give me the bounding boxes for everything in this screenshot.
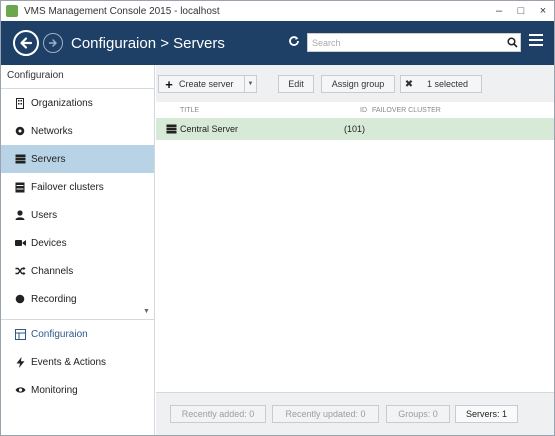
sidebar-item-label: Networks [31, 125, 73, 137]
create-server-button[interactable]: + Create server ▼ [158, 75, 257, 93]
chevron-down-icon[interactable]: ▼ [244, 76, 256, 92]
failover-clusters-icon [14, 181, 26, 193]
sidebar-item-organizations[interactable]: Organizations [1, 89, 154, 117]
servers-table: TITLE ID FAILOVER CLUSTER Central Server… [156, 102, 554, 392]
title-bar: VMS Management Console 2015 - localhost … [1, 1, 554, 21]
row-title: Central Server [180, 124, 239, 134]
sidebar-item-label: Devices [31, 237, 67, 249]
sidebar-section-events-actions[interactable]: Events & Actions [1, 348, 154, 376]
search-icon[interactable] [504, 37, 520, 48]
sidebar-item-recording[interactable]: Recording [1, 285, 154, 313]
page-title: Configuraion > Servers [71, 34, 225, 52]
table-row[interactable]: Central Server (101) [156, 118, 554, 140]
sidebar-section-configuration[interactable]: Configuraion [1, 320, 154, 348]
servers-icon [14, 153, 26, 165]
sidebar-item-devices[interactable]: Devices [1, 229, 154, 257]
sidebar-item-label: Servers [31, 153, 66, 165]
sidebar: Configuraion Organizations Networks Serv… [1, 65, 155, 435]
record-icon [14, 293, 26, 305]
configuration-icon [14, 328, 26, 340]
refresh-icon [289, 36, 299, 46]
sidebar-item-label: Failover clusters [31, 181, 104, 193]
sidebar-item-label: Organizations [31, 97, 93, 109]
camera-icon [14, 237, 26, 249]
search-box [307, 33, 521, 52]
sidebar-item-networks[interactable]: Networks [1, 117, 154, 145]
filter-servers-button[interactable]: Servers: 1 [455, 405, 518, 423]
close-icon: ✖ [404, 78, 414, 90]
app-logo-icon [6, 5, 18, 17]
hamburger-menu-icon[interactable] [529, 34, 543, 49]
selected-count: 1 selected [427, 79, 469, 89]
window-controls: – □ × [488, 1, 554, 21]
sidebar-item-failover-clusters[interactable]: Failover clusters [1, 173, 154, 201]
back-button[interactable] [13, 30, 39, 56]
plus-icon: + [165, 76, 173, 92]
main-pane: + Create server ▼ Edit Assign group ✖ 1 … [156, 65, 554, 435]
edit-button[interactable]: Edit [278, 75, 314, 93]
sidebar-item-channels[interactable]: Channels [1, 257, 154, 285]
column-header-id[interactable]: ID [360, 107, 367, 114]
arrow-right-icon [48, 39, 57, 47]
sidebar-section-label: Configuraion [31, 328, 88, 340]
forward-button[interactable] [43, 33, 63, 53]
networks-icon [14, 125, 26, 137]
user-icon [14, 209, 26, 221]
create-server-label: Create server [179, 79, 234, 89]
sidebar-item-label: Channels [31, 265, 74, 277]
sidebar-item-servers[interactable]: Servers [1, 145, 154, 173]
arrow-left-icon [20, 37, 33, 49]
server-icon [166, 124, 177, 136]
toolbar: + Create server ▼ Edit Assign group ✖ 1 … [156, 65, 554, 102]
clear-selection-button[interactable]: ✖ 1 selected [400, 75, 482, 93]
minimize-button[interactable]: – [488, 1, 510, 21]
shuffle-icon [14, 265, 26, 277]
refresh-button[interactable] [288, 35, 300, 50]
filter-recently-added-button[interactable]: Recently added: 0 [170, 405, 266, 423]
sidebar-item-label: Users [31, 209, 58, 221]
window-title: VMS Management Console 2015 - localhost [24, 5, 220, 17]
scroll-down-icon[interactable]: ▼ [143, 308, 150, 315]
table-header: TITLE ID FAILOVER CLUSTER [156, 102, 554, 118]
close-button[interactable]: × [532, 1, 554, 21]
lightning-icon [14, 356, 26, 368]
filter-groups-button[interactable]: Groups: 0 [386, 405, 450, 423]
sidebar-item-users[interactable]: Users [1, 201, 154, 229]
sidebar-heading: Configuraion [1, 65, 154, 89]
search-input[interactable] [308, 34, 504, 51]
sidebar-item-label: Recording [31, 293, 77, 305]
sidebar-section-monitoring[interactable]: Monitoring [1, 376, 154, 404]
column-header-failover[interactable]: FAILOVER CLUSTER [372, 107, 441, 114]
sidebar-section-label: Monitoring [31, 384, 78, 396]
eye-icon [14, 384, 26, 396]
assign-group-button[interactable]: Assign group [321, 75, 395, 93]
maximize-button[interactable]: □ [510, 1, 532, 21]
header-bar: Configuraion > Servers [1, 21, 554, 65]
filter-recently-updated-button[interactable]: Recently updated: 0 [272, 405, 379, 423]
app-window: VMS Management Console 2015 - localhost … [0, 0, 555, 436]
filter-footer: Recently added: 0 Recently updated: 0 Gr… [156, 392, 554, 435]
column-header-title[interactable]: TITLE [180, 107, 199, 114]
row-id: (101) [344, 124, 366, 134]
sidebar-section-label: Events & Actions [31, 356, 107, 368]
organizations-icon [14, 97, 26, 109]
